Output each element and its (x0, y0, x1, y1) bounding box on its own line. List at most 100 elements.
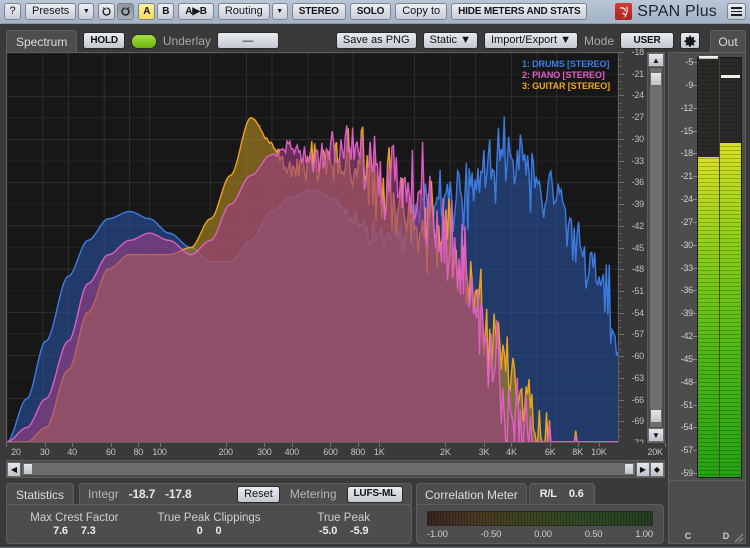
gear-icon[interactable] (680, 32, 700, 49)
freq-tick-label: 20K (647, 447, 663, 457)
freq-tick (291, 443, 293, 447)
correlation-section: Correlation Meter R/L 0.6 -1.00 -0.50 0.… (416, 481, 664, 544)
horizontal-scrollbar[interactable]: ◀ ▶ ◆ (6, 460, 665, 478)
underlay-label: Underlay (162, 34, 211, 48)
presets-group: Presets ▼ (25, 3, 95, 20)
resize-grip-icon[interactable] (732, 530, 744, 543)
freq-tick-label: 60 (105, 447, 116, 457)
scroll-down-icon[interactable]: ▼ (648, 428, 664, 442)
vertical-scroll-thumb-top[interactable] (650, 72, 662, 86)
db-minor-tick (619, 233, 622, 235)
underlay-select[interactable]: — (216, 32, 279, 49)
stat-max-crest-factor: Max Crest Factor 7.6 7.3 (7, 505, 142, 543)
db-minor-tick (619, 435, 622, 437)
correlation-rl-label: R/L (539, 488, 557, 500)
presets-button[interactable]: Presets (25, 3, 77, 20)
scroll-up-icon[interactable]: ▲ (648, 53, 664, 67)
scroll-left-icon[interactable]: ◀ (7, 461, 21, 477)
stat-value-2: 0 (215, 524, 222, 537)
span-plus-logo-icon (615, 3, 633, 20)
db-tick-label: -27 (631, 112, 645, 123)
undo-icon[interactable] (98, 3, 116, 20)
out-tick-label: -30 (680, 239, 694, 250)
correlation-scale: -1.00 -0.50 0.00 0.50 1.00 (427, 529, 653, 540)
hamburger-icon[interactable] (727, 3, 746, 20)
solo-button[interactable]: SOLO (349, 3, 392, 20)
presets-dropdown-arrow[interactable]: ▼ (78, 3, 95, 20)
slot-a-button[interactable]: A (138, 3, 156, 20)
out-meter-bars (697, 56, 742, 478)
spectrum-plot[interactable]: 1: DRUMS [STEREO] 2: PIANO [STEREO] 3: G… (6, 52, 619, 443)
horizontal-scroll-thumb-right[interactable] (624, 463, 634, 475)
freq-tick-label: 800 (350, 447, 366, 457)
meter-fill-c (698, 157, 719, 477)
hold-button[interactable]: HOLD (83, 32, 125, 49)
redo-icon[interactable] (117, 3, 135, 20)
statistics-section: Statistics Integr -18.7 -17.8 Reset Mete… (6, 481, 412, 544)
db-minor-tick (619, 80, 622, 82)
integrated-value-1: -18.7 (128, 487, 156, 501)
freq-tick-label: 100 (152, 447, 167, 457)
static-dropdown[interactable]: Static ▼ (422, 32, 478, 49)
tab-correlation-meter[interactable]: Correlation Meter (416, 483, 527, 505)
copy-to-button[interactable]: Copy to (395, 3, 448, 20)
db-tick-label: -33 (631, 155, 645, 166)
import-export-dropdown[interactable]: Import/Export ▼ (484, 32, 578, 49)
hide-meters-and-stats-button[interactable]: HIDE METERS AND STATS (451, 3, 588, 20)
out-tick-label: -45 (680, 353, 694, 364)
db-minor-tick (619, 341, 622, 343)
stereo-button[interactable]: STEREO (291, 3, 346, 20)
freq-tick (665, 443, 666, 447)
help-button[interactable]: ? (4, 3, 21, 20)
db-minor-tick (619, 348, 622, 350)
routing-button[interactable]: Routing (217, 3, 270, 20)
freq-tick-label: 80 (133, 447, 144, 457)
out-tick-label: -51 (680, 399, 694, 410)
horizontal-scroll-thumb-left[interactable] (23, 463, 33, 475)
db-minor-tick (619, 298, 622, 300)
out-tick-label: -59 (680, 468, 694, 478)
top-toolbar: ? Presets ▼ A B A▶B Routing ▼ STEREO SOL… (0, 0, 750, 24)
tab-spectrum[interactable]: Spectrum (6, 30, 78, 52)
save-as-png-button[interactable]: Save as PNG (335, 32, 417, 49)
metering-mode-button[interactable]: LUFS-ML (346, 485, 403, 503)
vertical-scroll-track[interactable] (650, 68, 662, 427)
routing-group: Routing ▼ (217, 3, 288, 20)
brand: SPAN Plus (615, 3, 717, 21)
db-minor-tick (619, 261, 622, 263)
out-tick-label: -12 (680, 102, 694, 113)
db-tick (619, 73, 624, 75)
vertical-scrollbar[interactable]: ▲ ▼ (647, 52, 665, 443)
hold-led-indicator[interactable] (130, 34, 157, 49)
db-minor-tick (619, 319, 622, 321)
corr-tick-2: 0.00 (534, 529, 552, 540)
db-tick-label: -24 (631, 90, 645, 101)
freq-tick-label: 30 (39, 447, 50, 457)
db-tick-label: -42 (631, 220, 645, 231)
freq-tick-label: 20 (11, 447, 21, 457)
freq-tick-label: 200 (218, 447, 233, 457)
db-tick-label: -57 (631, 329, 645, 340)
routing-dropdown-arrow[interactable]: ▼ (271, 3, 288, 20)
freq-tick-label: 1K (373, 447, 385, 457)
db-tick (619, 377, 624, 379)
frequency-axis: 20 30 40 60 80 100 200 300 400 600 800 1K 2K 3K 4K 6K 8K… (6, 443, 666, 460)
tab-statistics[interactable]: Statistics (6, 483, 75, 505)
reset-button[interactable]: Reset (237, 485, 280, 503)
vertical-scroll-thumb-bottom[interactable] (650, 409, 662, 423)
scroll-reset-icon[interactable]: ◆ (650, 461, 664, 477)
channel-label-c: C (684, 531, 692, 541)
copy-a-to-b-button[interactable]: A▶B (178, 3, 214, 20)
mode-user-button[interactable]: USER (620, 32, 674, 49)
db-tick (619, 138, 624, 140)
mode-label: Mode (583, 34, 614, 48)
horizontal-scroll-track[interactable] (22, 463, 635, 475)
statistics-tabbar: Statistics Integr -18.7 -17.8 Reset Mete… (6, 481, 412, 505)
correlation-bar (427, 511, 653, 526)
out-tick-label: -36 (680, 285, 694, 296)
db-tick (619, 399, 624, 401)
slot-b-button[interactable]: B (157, 3, 175, 20)
tab-out[interactable]: Out (710, 30, 746, 52)
scroll-right-icon[interactable]: ▶ (636, 461, 650, 477)
freq-tick (110, 443, 112, 447)
